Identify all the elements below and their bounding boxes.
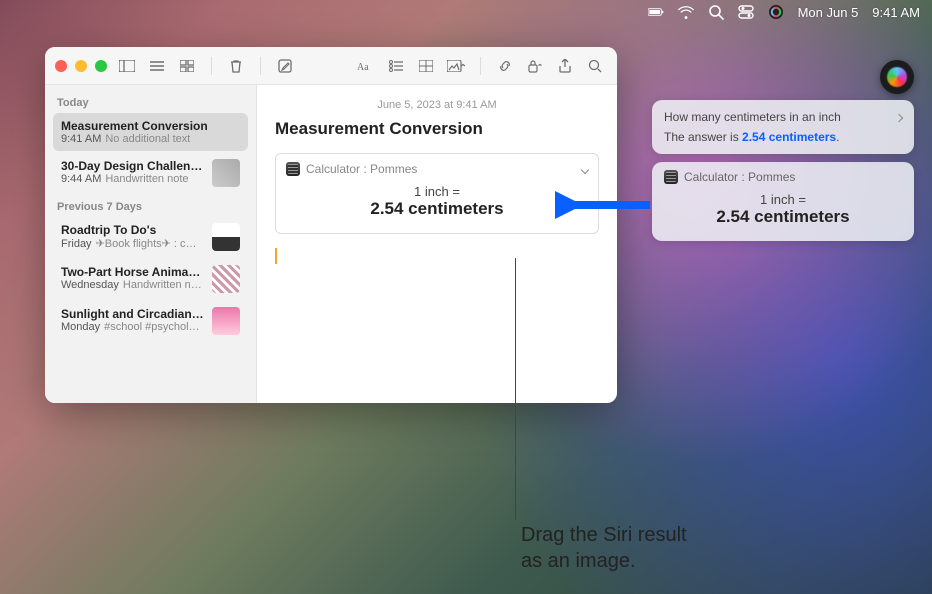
siri-answer-highlight: 2.54 centimeters [742, 130, 836, 144]
traffic-lights [55, 60, 107, 72]
siri-answer-bubble[interactable]: How many centimeters in an inch The answ… [652, 100, 914, 154]
link-button[interactable] [493, 54, 517, 78]
search-button[interactable] [583, 54, 607, 78]
notes-window: Aa Today Measurement Conversion 9:41 AMN… [45, 47, 617, 403]
note-item[interactable]: Roadtrip To Do's Friday✈︎Book flights✈︎ … [53, 217, 248, 257]
control-center-icon[interactable] [738, 4, 754, 20]
note-item[interactable]: Sunlight and Circadian… Monday#school #p… [53, 301, 248, 341]
close-button[interactable] [55, 60, 67, 72]
calculator-icon [286, 162, 300, 176]
gallery-view-button[interactable] [175, 54, 199, 78]
share-button[interactable] [553, 54, 577, 78]
spotlight-icon[interactable] [708, 4, 724, 20]
note-thumbnail [212, 265, 240, 293]
calc-line1: 1 inch = [664, 192, 902, 207]
note-thumbnail [212, 223, 240, 251]
maximize-button[interactable] [95, 60, 107, 72]
battery-icon[interactable] [648, 4, 664, 20]
window-titlebar: Aa [45, 47, 617, 85]
delete-button[interactable] [224, 54, 248, 78]
note-heading: Measurement Conversion [275, 119, 599, 139]
note-item[interactable]: Measurement Conversion 9:41 AMNo additio… [53, 113, 248, 151]
note-title: Roadtrip To Do's [61, 223, 204, 237]
siri-menubar-icon[interactable] [768, 4, 784, 20]
section-header: Previous 7 Days [53, 195, 248, 217]
caption-text: Drag the Siri result as an image. [521, 522, 687, 574]
new-note-button[interactable] [273, 54, 297, 78]
caption-leader-line [515, 258, 516, 520]
chevron-right-icon [896, 110, 902, 124]
note-item[interactable]: Two-Part Horse Anima… WednesdayHandwritt… [53, 259, 248, 299]
media-button[interactable] [444, 54, 468, 78]
lock-button[interactable] [523, 54, 547, 78]
note-editor[interactable]: June 5, 2023 at 9:41 AM Measurement Conv… [257, 85, 617, 403]
calculator-icon [664, 170, 678, 184]
wifi-icon[interactable] [678, 4, 694, 20]
menu-bar: Mon Jun 5 9:41 AM [0, 0, 932, 24]
calc-source: Calculator : Pommes [684, 170, 795, 184]
menubar-time[interactable]: 9:41 AM [872, 5, 920, 20]
note-title: Measurement Conversion [61, 119, 240, 133]
section-header: Today [53, 91, 248, 113]
text-cursor [275, 248, 277, 264]
calc-line2: 2.54 centimeters [286, 199, 588, 219]
note-title: 30-Day Design Challen… [61, 159, 204, 173]
note-thumbnail [212, 159, 240, 187]
notes-sidebar: Today Measurement Conversion 9:41 AMNo a… [45, 85, 257, 403]
siri-results-panel: How many centimeters in an inch The answ… [652, 100, 914, 241]
sidebar-toggle-button[interactable] [115, 54, 139, 78]
menubar-date[interactable]: Mon Jun 5 [798, 5, 859, 20]
chevron-down-icon[interactable] [582, 162, 588, 176]
calc-source: Calculator : Pommes [306, 162, 417, 176]
siri-orb[interactable] [880, 60, 914, 94]
annotation-arrow [555, 190, 655, 220]
note-thumbnail [212, 307, 240, 335]
calc-line1: 1 inch = [286, 184, 588, 199]
checklist-button[interactable] [384, 54, 408, 78]
siri-calculator-card[interactable]: Calculator : Pommes 1 inch = 2.54 centim… [652, 162, 914, 241]
note-title: Sunlight and Circadian… [61, 307, 204, 321]
minimize-button[interactable] [75, 60, 87, 72]
calculator-card[interactable]: Calculator : Pommes 1 inch = 2.54 centim… [275, 153, 599, 234]
list-view-button[interactable] [145, 54, 169, 78]
calc-line2: 2.54 centimeters [664, 207, 902, 227]
svg-text:Aa: Aa [357, 62, 369, 72]
note-item[interactable]: 30-Day Design Challen… 9:44 AMHandwritte… [53, 153, 248, 193]
note-title: Two-Part Horse Anima… [61, 265, 204, 279]
table-button[interactable] [414, 54, 438, 78]
siri-question: How many centimeters in an inch [664, 110, 841, 124]
note-date: June 5, 2023 at 9:41 AM [275, 99, 599, 111]
format-button[interactable]: Aa [354, 54, 378, 78]
